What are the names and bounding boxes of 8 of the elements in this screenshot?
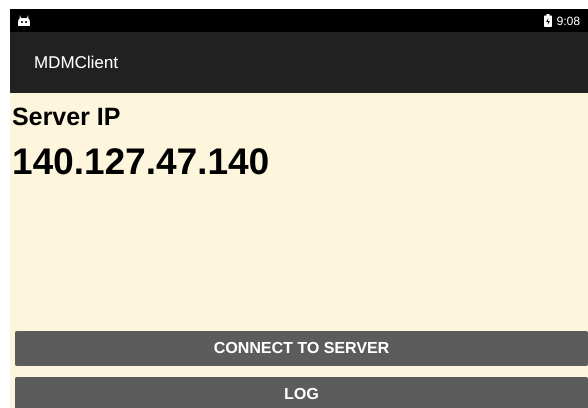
android-icon <box>18 15 30 26</box>
battery-icon <box>544 14 552 27</box>
status-time: 9:08 <box>556 12 580 30</box>
app-title: MDMClient <box>34 52 118 74</box>
action-button[interactable]: LOG <box>15 377 588 408</box>
server-ip-value: 140.127.47.140 <box>12 140 270 184</box>
action-button[interactable]: CONNECT TO SERVER <box>15 331 588 366</box>
server-ip-label: Server IP <box>12 102 122 132</box>
